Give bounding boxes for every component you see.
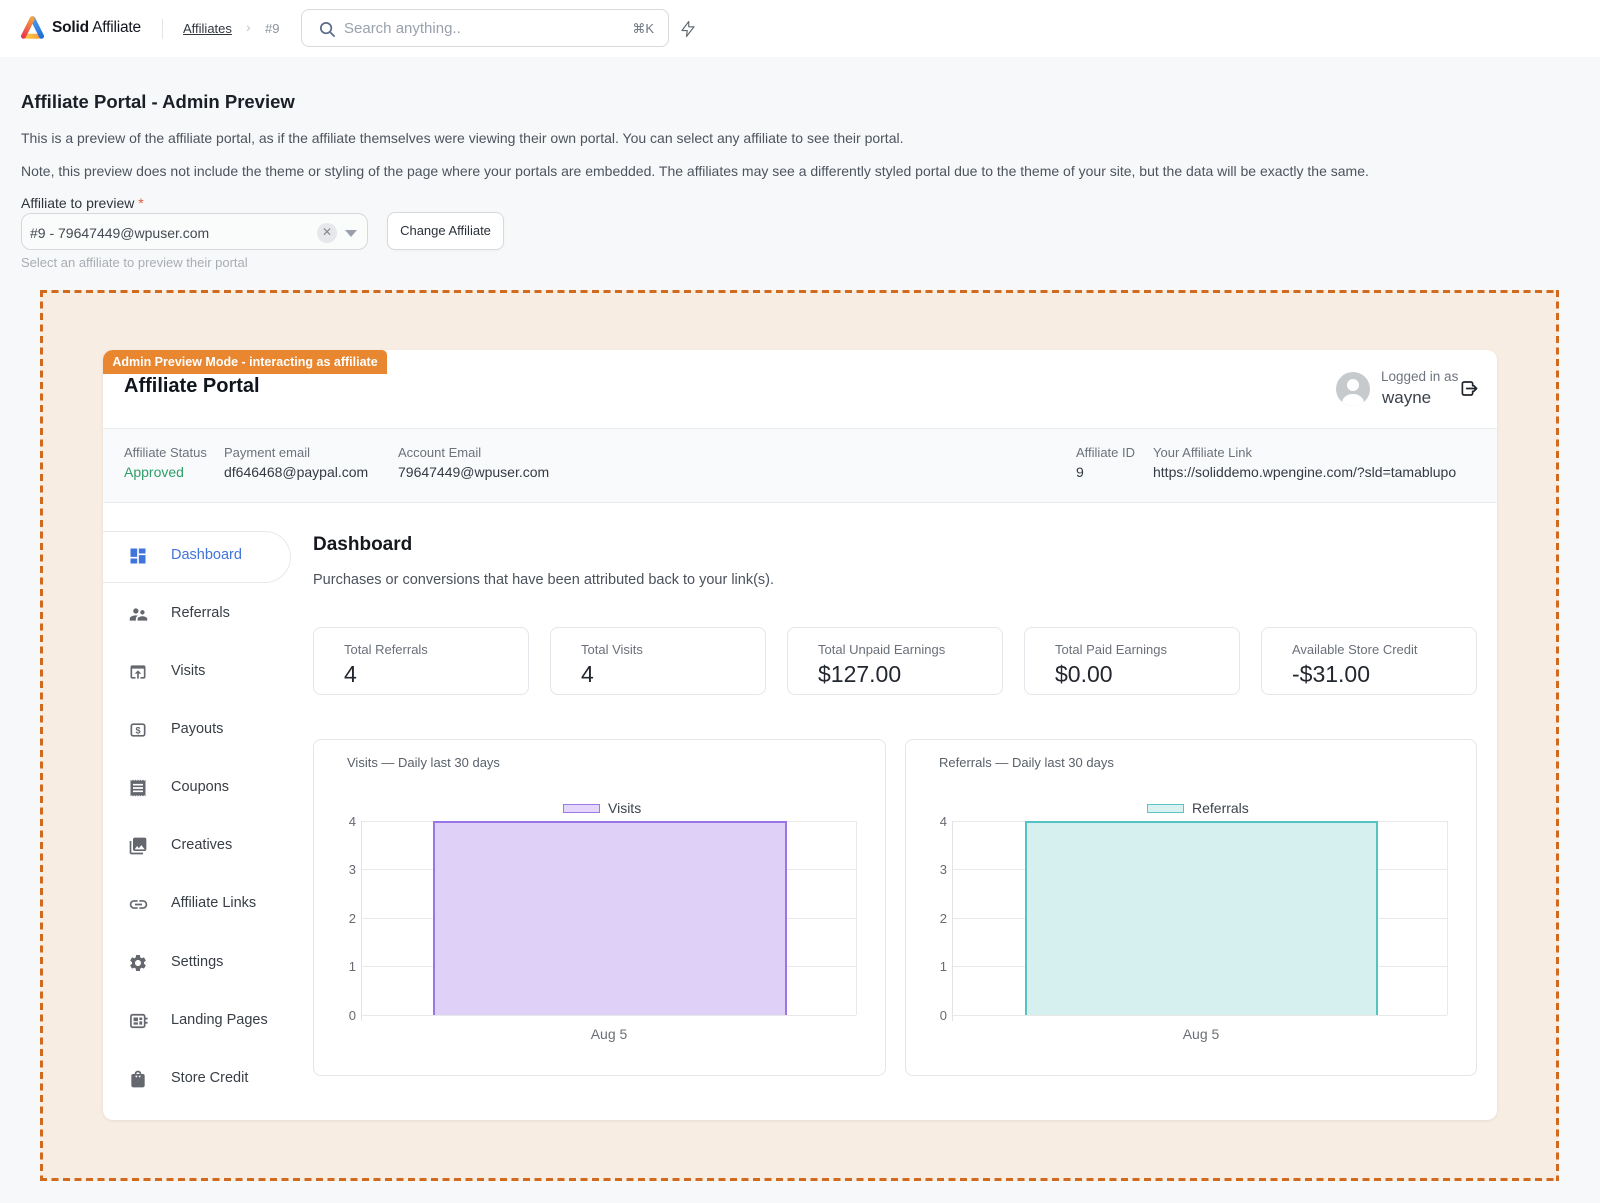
svg-text:$: $ xyxy=(135,725,140,735)
